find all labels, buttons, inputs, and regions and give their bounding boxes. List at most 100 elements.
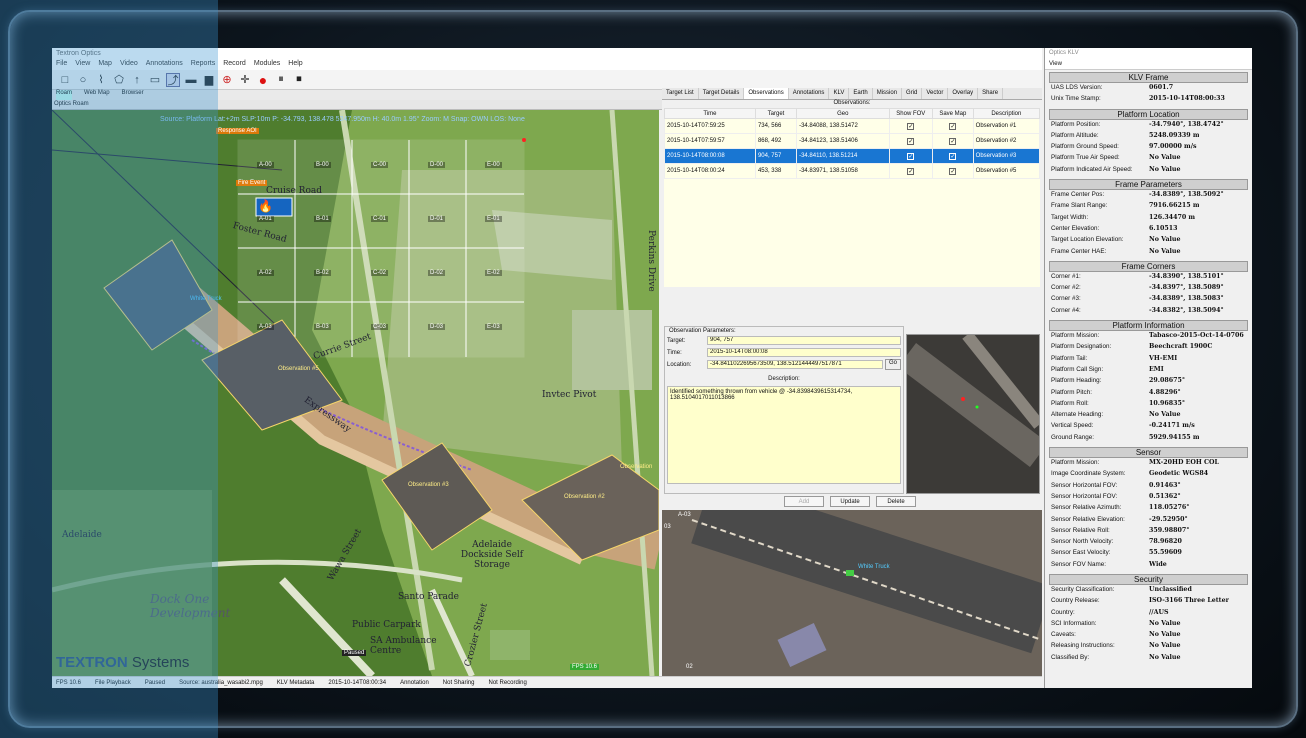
status-bar: FPS 10.6 File Playback Paused Source: au… [52, 676, 1042, 688]
response-aoi-label[interactable]: Response AOI [216, 128, 259, 134]
cell-time: 2015-10-14T07:59:25 [664, 118, 756, 134]
observation-label[interactable]: Observation [620, 464, 652, 470]
save-map-checkbox[interactable]: ✓ [949, 122, 957, 130]
save-map-checkbox[interactable]: ✓ [949, 167, 957, 175]
observation-label[interactable]: Observation #3 [408, 482, 449, 488]
fire-icon[interactable]: 🔥 [258, 199, 273, 213]
pause-icon[interactable]: ⏸ [274, 73, 288, 87]
video-feed[interactable]: A-03 03 White Truck 02 [662, 510, 1042, 676]
show-fov-checkbox[interactable]: ✓ [907, 167, 915, 175]
polyline-tool-icon[interactable]: ⌇ [94, 73, 108, 87]
menu-help[interactable]: Help [288, 60, 302, 70]
crosshair-icon[interactable]: ✛ [238, 73, 252, 87]
white-truck-label[interactable]: White Truck [190, 296, 222, 302]
table-row[interactable]: 2015-10-14T07:59:25 734, 566 -34.84088, … [664, 118, 1041, 134]
circle-tool-icon[interactable]: ○ [76, 73, 90, 87]
go-button[interactable]: Go [885, 359, 901, 370]
klv-value: Wide [1149, 560, 1167, 568]
tab-grid[interactable]: Grid [902, 88, 923, 99]
klv-section-header: Frame Parameters [1049, 179, 1248, 191]
menu-annotations[interactable]: Annotations [146, 60, 183, 70]
tab-web-map[interactable]: Web Map [84, 90, 110, 100]
video-truck-label[interactable]: White Truck [858, 564, 890, 570]
column-header[interactable]: Save Map [932, 108, 974, 119]
arrow-tool-icon[interactable]: ↑ [130, 73, 144, 87]
column-header[interactable]: Show FOV [888, 108, 934, 119]
grid-cell: B-03 [314, 324, 331, 330]
klv-key: SCI Information: [1051, 619, 1097, 627]
target-icon[interactable]: ⊕ [220, 73, 234, 87]
save-map-checkbox[interactable]: ✓ [949, 152, 957, 160]
klv-value: Beechcraft 1900C [1149, 343, 1213, 351]
menu-video[interactable]: Video [120, 60, 138, 70]
tab-browser[interactable]: Browser [122, 90, 144, 100]
add-button[interactable]: Add [784, 496, 824, 507]
column-header[interactable]: Time [664, 108, 756, 119]
stop-icon[interactable]: ⏹ [292, 73, 306, 87]
box-tool-icon[interactable]: ▭ [148, 73, 162, 87]
map-view[interactable]: Source: Platform Lat:+2m SLP:10m P: -34.… [52, 110, 659, 676]
klv-value: Geodetic WGS84 [1149, 470, 1209, 478]
klv-value: No Value [1149, 247, 1181, 255]
tab-klv[interactable]: KLV [829, 88, 850, 99]
klv-key: Platform Heading: [1051, 377, 1102, 385]
fps-badge: FPS 10.6 [570, 664, 600, 670]
menu-modules[interactable]: Modules [254, 60, 280, 70]
tab-observations[interactable]: Observations [744, 88, 789, 99]
polygon-tool-icon[interactable]: ⬠ [112, 73, 126, 87]
klv-section-header: Platform Information [1049, 320, 1248, 332]
menu-map[interactable]: Map [98, 60, 112, 70]
tab-annotations[interactable]: Annotations [789, 88, 830, 99]
show-fov-checkbox[interactable]: ✓ [907, 122, 915, 130]
street-label: Perkins Drive [646, 230, 656, 292]
tab-vector[interactable]: Vector [922, 88, 949, 99]
record-icon[interactable]: ● [256, 72, 270, 88]
menu-reports[interactable]: Reports [191, 60, 216, 70]
select-tool-icon[interactable]: ⤴ [166, 72, 180, 87]
table-row[interactable]: 2015-10-14T07:59:57 868, 492 -34.84123, … [664, 133, 1041, 149]
klv-key: Corner #3: [1051, 295, 1081, 303]
menu-view[interactable]: View [75, 60, 90, 70]
klv-value: -34.8390°, 138.5101° [1149, 272, 1224, 280]
column-header[interactable]: Geo [796, 108, 890, 119]
place-label: Adelaide Dockside Self Storage [460, 540, 524, 570]
truck-icon[interactable]: ▆ [202, 73, 216, 87]
vehicle-icon[interactable]: ▬ [184, 73, 198, 87]
column-header[interactable]: Target [754, 108, 798, 119]
show-fov-checkbox[interactable]: ✓ [907, 152, 915, 160]
table-row[interactable]: 2015-10-14T08:00:24 453, 338 -34.83971, … [664, 163, 1041, 179]
description-field[interactable]: Identified something thrown from vehicle… [667, 386, 901, 484]
rectangle-tool-icon[interactable]: □ [58, 73, 72, 87]
time-field[interactable]: 2015-10-14T08:00:08 [707, 348, 901, 357]
menu-record[interactable]: Record [223, 60, 246, 70]
table-row-selected[interactable]: 2015-10-14T08:00:08 904, 757 -34.84110, … [664, 148, 1041, 164]
klv-row: Center Elevation: 6.10513 [1045, 225, 1252, 236]
tab-mission[interactable]: Mission [873, 88, 903, 99]
save-map-checkbox[interactable]: ✓ [949, 137, 957, 145]
tab-roam[interactable]: Roam [56, 90, 73, 100]
update-button[interactable]: Update [830, 496, 870, 507]
show-fov-checkbox[interactable]: ✓ [907, 137, 915, 145]
klv-key: Sensor Relative Elevation: [1051, 515, 1125, 523]
klv-key: Center Elevation: [1051, 224, 1100, 232]
status-time: 2015-10-14T08:00:34 [328, 679, 387, 686]
column-header[interactable]: Description [972, 108, 1041, 119]
tab-share[interactable]: Share [978, 88, 1004, 99]
location-field[interactable]: -34.8411022695673509, 138.51214444975178… [707, 360, 883, 369]
tab-target-details[interactable]: Target Details [699, 88, 745, 99]
observation-label[interactable]: Observation #5 [278, 366, 319, 372]
place-label: Dock One Development [150, 592, 231, 620]
tab-target-list[interactable]: Target List [662, 88, 699, 99]
klv-key: Target Location Elevation: [1051, 236, 1124, 244]
tab-overlay[interactable]: Overlay [948, 88, 979, 99]
klv-view-menu[interactable]: View [1045, 60, 1252, 70]
delete-button[interactable]: Delete [876, 496, 916, 507]
observation-label[interactable]: Observation #2 [564, 494, 605, 500]
status-annotation: Annotation [400, 679, 429, 686]
tab-earth[interactable]: Earth [849, 88, 873, 99]
target-field[interactable]: 904, 757 [707, 336, 901, 345]
video-grid-label: A-03 [678, 512, 691, 518]
menu-file[interactable]: File [56, 60, 67, 70]
klv-key: Platform Indicated Air Speed: [1051, 165, 1133, 173]
fire-event-label[interactable]: Fire Event [236, 180, 268, 186]
